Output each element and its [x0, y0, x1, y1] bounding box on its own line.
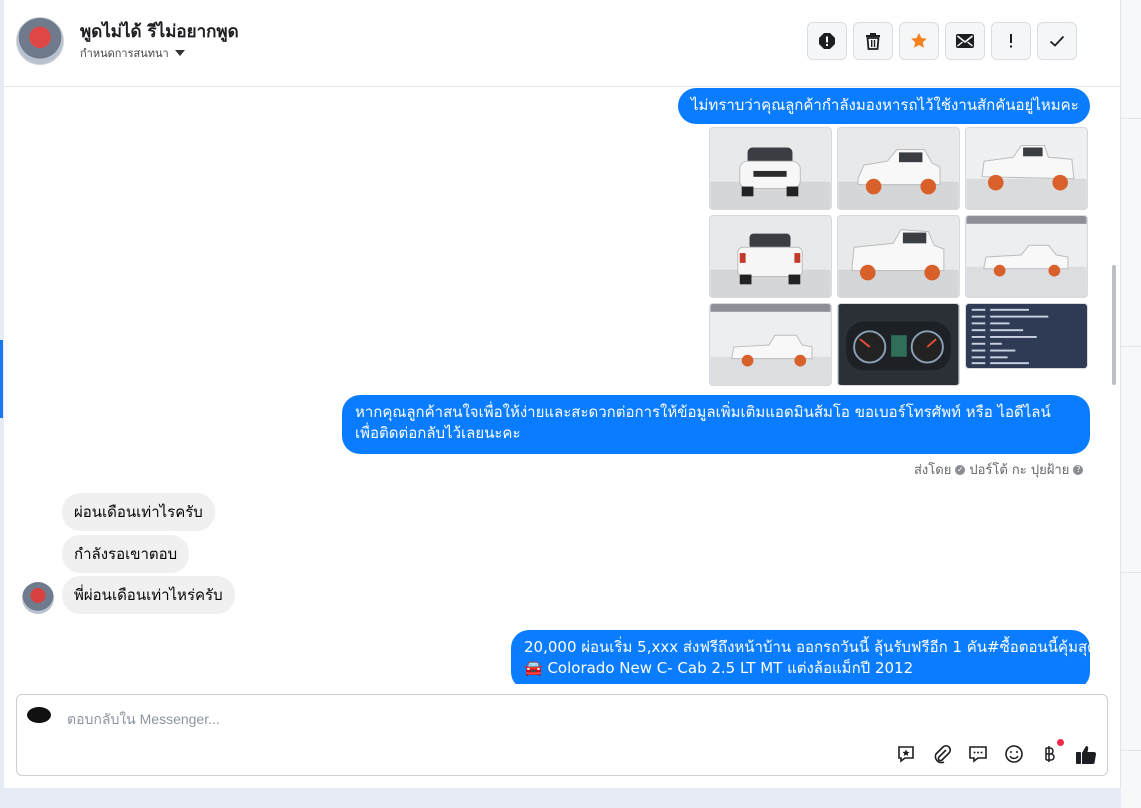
incoming-message[interactable]: พี่ผ่อนเดือนเท่าไหร่ครับ: [62, 576, 235, 614]
sent-by-name[interactable]: ปอร์โต้ กะ ปุยฝ้าย: [969, 459, 1069, 480]
mark-important-button[interactable]: [991, 22, 1031, 60]
message-text: กำลังรอเขาตอบ: [74, 545, 178, 563]
gallery-photo-dashboard[interactable]: [837, 303, 960, 386]
gallery-photo-car-rear[interactable]: [709, 215, 832, 298]
mail-button[interactable]: [945, 22, 985, 60]
attachment-icon: [934, 744, 952, 764]
gallery-photo-spec-sheet[interactable]: [965, 303, 1088, 369]
contact-avatar-small[interactable]: [22, 582, 54, 614]
spec-sheet-image: [966, 304, 1087, 368]
car-photo-image: [710, 128, 831, 209]
message-text-line-2: เพื่อติดต่อกลับไว้เลยนะคะ: [355, 424, 521, 442]
gallery-photo-car-front-angle[interactable]: [837, 127, 960, 210]
message-text-line-1: 20,000 ผ่อนเริ่ม 5,xxx ส่งฟรีถึงหน้าบ้าน…: [524, 638, 1097, 656]
car-photo-image: [838, 216, 959, 297]
report-button[interactable]: [807, 22, 847, 60]
verified-icon: ✓: [955, 464, 966, 475]
gallery-photo-car-rear-angle-2[interactable]: [837, 215, 960, 298]
message-text: ผ่อนเดือนเท่าไรครับ: [74, 503, 203, 521]
right-side-strip: [1121, 0, 1141, 808]
chat-bubble-button[interactable]: [966, 742, 990, 766]
sent-by-label: ส่งโดย: [914, 463, 952, 478]
outgoing-message[interactable]: หากคุณลูกค้าสนใจเพื่อให้ง่ายและสะดวกต่อก…: [342, 395, 1090, 454]
action-toolbar: [807, 22, 1077, 60]
caret-down-icon: [174, 50, 185, 56]
page-logo-avatar: [27, 707, 51, 723]
incoming-message[interactable]: ผ่อนเดือนเท่าไรครับ: [62, 493, 215, 531]
message-composer: [16, 694, 1108, 776]
gallery-photo-car-side-2[interactable]: [709, 303, 832, 386]
report-icon: [819, 33, 835, 49]
message-text-line-1: หากคุณลูกค้าสนใจเพื่อให้ง่ายและสะดวกต่อก…: [355, 403, 1051, 421]
emoji-icon: [1005, 745, 1023, 763]
message-thread: ไม่ทราบว่าคุณลูกค้ากำลังมองหารถไว้ใช้งาน…: [4, 87, 1120, 684]
star-button[interactable]: [899, 22, 939, 60]
mark-done-button[interactable]: [1037, 22, 1077, 60]
contact-name[interactable]: พูดไม่ได้ รีไม่อยากพูด: [80, 18, 239, 45]
photo-gallery: [709, 127, 1089, 386]
chat-bubble-icon: [969, 746, 987, 763]
message-text-line-2: 🚘 Colorado New C- Cab 2.5 LT MT แต่งล้อแ…: [524, 659, 914, 677]
thread-scrollbar[interactable]: [1112, 265, 1116, 385]
conversation-status-label: กำหนดการสนทนา: [80, 47, 169, 60]
car-photo-image: [838, 128, 959, 209]
baht-payment-button[interactable]: [1038, 739, 1064, 766]
mail-icon: [956, 34, 974, 48]
outgoing-message[interactable]: 20,000 ผ่อนเริ่ม 5,xxx ส่งฟรีถึงหน้าบ้าน…: [511, 630, 1097, 684]
saved-reply-icon: [898, 746, 914, 763]
composer-toolbar: [894, 739, 1098, 766]
gallery-photo-car-rear-angle[interactable]: [965, 127, 1088, 210]
car-photo-image: [966, 216, 1087, 297]
saved-reply-button[interactable]: [894, 742, 918, 766]
left-accent-bar: [0, 340, 3, 418]
outgoing-message[interactable]: ไม่ทราบว่าคุณลูกค้ากำลังมองหารถไว้ใช้งาน…: [678, 88, 1090, 124]
help-icon[interactable]: ?: [1073, 464, 1084, 475]
delete-button[interactable]: [853, 22, 893, 60]
sent-by-row: ส่งโดย ✓ ปอร์โต้ กะ ปุยฝ้าย ?: [914, 459, 1084, 480]
check-icon: [1049, 35, 1065, 47]
message-text: พี่ผ่อนเดือนเท่าไหร่ครับ: [74, 586, 223, 604]
gallery-photo-car-front[interactable]: [709, 127, 832, 210]
conversation-panel: พูดไม่ได้ รีไม่อยากพูด กำหนดการสนทนา ไม่…: [4, 0, 1121, 788]
baht-payment-icon: [1045, 746, 1055, 762]
message-text: ไม่ทราบว่าคุณลูกค้ากำลังมองหารถไว้ใช้งาน…: [691, 96, 1079, 114]
emoji-button[interactable]: [1002, 742, 1026, 766]
conversation-header: พูดไม่ได้ รีไม่อยากพูด กำหนดการสนทนา: [4, 0, 1120, 87]
dashboard-photo-image: [838, 304, 959, 385]
car-photo-image: [710, 304, 831, 385]
trash-icon: [866, 33, 880, 50]
like-button[interactable]: [1074, 742, 1098, 766]
exclamation-icon: [1010, 34, 1012, 48]
car-photo-image: [966, 128, 1087, 209]
notification-dot: [1057, 739, 1064, 746]
star-icon: [911, 33, 927, 48]
reply-input[interactable]: [65, 707, 769, 731]
conversation-status-dropdown[interactable]: กำหนดการสนทนา: [80, 44, 185, 62]
thumbs-up-icon: [1076, 746, 1097, 764]
incoming-message[interactable]: กำลังรอเขาตอบ: [62, 535, 190, 573]
car-photo-image: [710, 216, 831, 297]
gallery-photo-car-side[interactable]: [965, 215, 1088, 298]
attachment-button[interactable]: [930, 742, 954, 766]
contact-avatar[interactable]: [16, 17, 64, 65]
